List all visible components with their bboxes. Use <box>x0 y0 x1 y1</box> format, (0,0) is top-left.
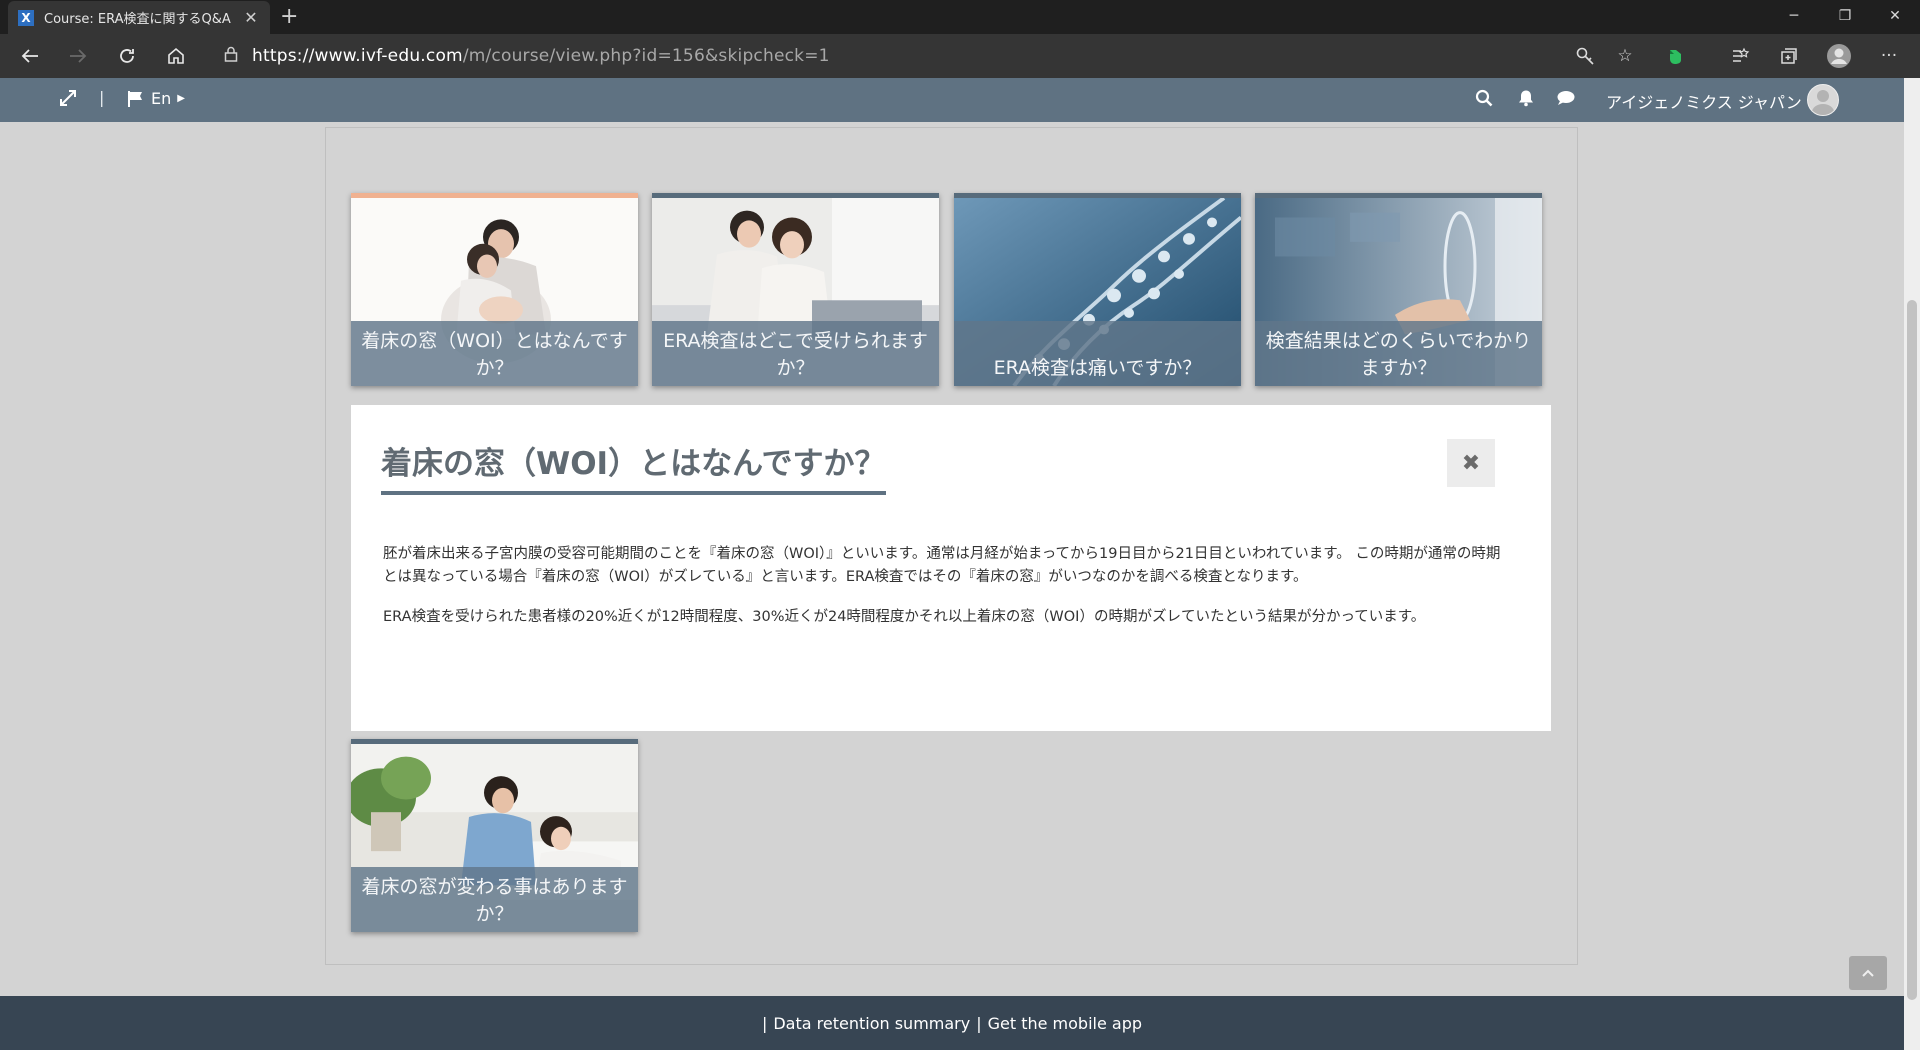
panel-paragraph: 胚が着床出来る子宮内膜の受容可能期間のことを『着床の窓（WOI）』といいます。通… <box>383 546 1501 585</box>
favorite-star-icon[interactable]: ☆ <box>1613 44 1637 68</box>
tile-results[interactable]: 検査結果はどのくらいでわかりますか？ <box>1255 193 1542 386</box>
tile-woi[interactable]: 着床の窓（WOI）とはなんですか？ <box>351 193 638 386</box>
tile-where[interactable]: ERA検査はどこで受けられますか？ <box>652 193 939 386</box>
profile-avatar-icon[interactable] <box>1826 43 1852 69</box>
search-icon[interactable] <box>1475 89 1493 112</box>
panel-body: 胚が着床出来る子宮内膜の受容可能期間のことを『着床の窓（WOI）』といいます。通… <box>383 543 1508 646</box>
flag-icon <box>128 90 142 107</box>
zoom-key-icon[interactable] <box>1573 44 1597 68</box>
home-button[interactable] <box>156 34 196 78</box>
notification-bell-icon[interactable] <box>1517 89 1535 112</box>
tile-caption: ERA検査は痛いですか？ <box>954 321 1241 386</box>
new-tab-button[interactable]: + <box>280 4 298 29</box>
close-window-button[interactable]: ✕ <box>1872 0 1918 32</box>
tab-title: Course: ERA検査に関するQ&A <box>44 12 231 27</box>
messages-chat-icon[interactable] <box>1556 89 1576 112</box>
url-prefix: https:// <box>252 46 315 66</box>
site-navbar: | En ▶ アイジェノミクス ジャパン <box>0 78 1904 122</box>
back-button[interactable] <box>10 34 50 78</box>
address-bar-row: https://www.ivf-edu.com/m/course/view.ph… <box>0 34 1920 78</box>
user-avatar[interactable] <box>1807 84 1839 116</box>
caret-right-icon: ▶ <box>177 93 185 104</box>
chevron-up-icon <box>1862 969 1874 977</box>
minimize-button[interactable]: ─ <box>1771 0 1817 32</box>
language-menu[interactable]: En ▶ <box>127 89 185 108</box>
back-to-top-button[interactable] <box>1849 956 1887 990</box>
favorites-list-icon[interactable] <box>1728 44 1752 68</box>
page-scrollbar-thumb[interactable] <box>1907 300 1917 1000</box>
evernote-extension-icon[interactable] <box>1663 44 1687 68</box>
navbar-separator: | <box>99 88 105 107</box>
user-name[interactable]: アイジェノミクス ジャパン <box>1606 89 1802 113</box>
panel-paragraph: ERA検査を受けられた患者様の20%近くが12時間程度、30%近くが24時間程度… <box>383 609 1426 625</box>
tile-caption: ERA検査はどこで受けられますか？ <box>652 321 939 386</box>
forward-button[interactable] <box>58 34 98 78</box>
language-label: En <box>151 89 172 108</box>
data-retention-link[interactable]: Data retention summary <box>773 1014 970 1033</box>
more-menu-icon[interactable]: ··· <box>1877 44 1901 68</box>
site-favicon-icon: X <box>18 9 34 26</box>
close-panel-button[interactable]: ✖ <box>1447 439 1495 487</box>
url-field[interactable]: https://www.ivf-edu.com/m/course/view.ph… <box>212 39 1632 73</box>
url-text: https://www.ivf-edu.com/m/course/view.ph… <box>252 46 830 66</box>
collections-icon[interactable] <box>1777 44 1801 68</box>
back-arrow-icon <box>21 49 38 63</box>
lock-icon <box>224 46 238 66</box>
url-host: www.ivf-edu.com <box>314 46 463 66</box>
forward-arrow-icon <box>70 49 87 63</box>
browser-tab[interactable]: X Course: ERA検査に関するQ&A ✕ <box>8 1 270 34</box>
tab-close-icon[interactable]: ✕ <box>242 8 260 27</box>
home-icon <box>168 47 184 64</box>
footer-separator: | <box>976 1013 982 1033</box>
section-detail-panel: 着床の窓（WOI）とはなんですか？ ✖ 胚が着床出来る子宮内膜の受容可能期間のこ… <box>351 405 1551 731</box>
reload-button[interactable] <box>107 34 147 78</box>
tile-pain[interactable]: ERA検査は痛いですか？ <box>954 193 1241 386</box>
tile-caption: 検査結果はどのくらいでわかりますか？ <box>1255 321 1542 386</box>
browser-tab-strip: X Course: ERA検査に関するQ&A ✕ + ─ ❐ ✕ <box>0 0 1920 34</box>
mobile-app-link[interactable]: Get the mobile app <box>988 1014 1142 1033</box>
expand-icon[interactable] <box>58 88 78 113</box>
reload-icon <box>120 49 134 63</box>
page-footer: | Data retention summary | Get the mobil… <box>0 996 1904 1050</box>
url-path: /m/course/view.php?id=156&skipcheck=1 <box>462 46 830 66</box>
footer-separator: | <box>761 1013 768 1033</box>
panel-title: 着床の窓（WOI）とはなんですか？ <box>381 438 886 495</box>
tile-caption: 着床の窓（WOI）とはなんですか？ <box>351 321 638 386</box>
restore-button[interactable]: ❐ <box>1822 0 1868 32</box>
close-icon: ✖ <box>1461 450 1481 476</box>
tile-change[interactable]: 着床の窓が変わる事はありますか？ <box>351 739 638 932</box>
tile-caption: 着床の窓が変わる事はありますか？ <box>351 867 638 932</box>
